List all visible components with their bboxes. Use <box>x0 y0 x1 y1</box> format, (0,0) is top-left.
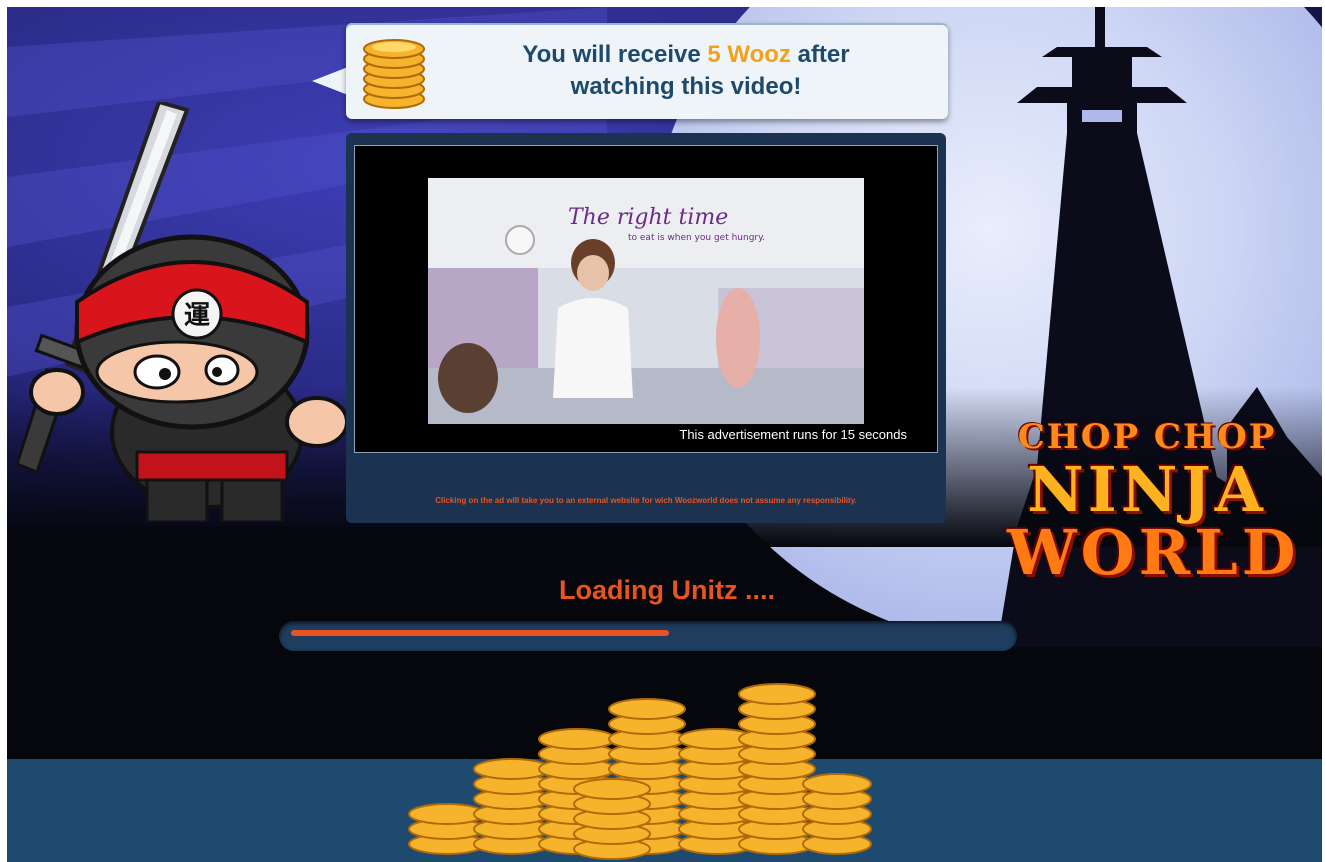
reward-message: You will receive 5 Wooz after watching t… <box>441 39 931 103</box>
ad-timer-text: This advertisement runs for 15 seconds <box>679 427 907 442</box>
logo-line-2: NINJA <box>1027 453 1267 526</box>
ad-disclaimer: Clicking on the ad will take you to an e… <box>435 496 857 505</box>
video-player[interactable]: The right time to eat is when you get hu… <box>354 145 938 453</box>
loading-progress-bar <box>279 621 1017 651</box>
ninja-mascot: 運 <box>17 102 349 522</box>
speech-bubble-tail <box>312 67 348 95</box>
reward-suffix: after <box>797 41 850 68</box>
ad-headline-2: to eat is when you get hungry. <box>628 233 765 243</box>
reward-banner: You will receive 5 Wooz after watching t… <box>346 23 948 119</box>
loading-progress-fill <box>291 630 670 636</box>
coin-pile <box>408 683 872 860</box>
game-stage: 運 You will receive 5 Wooz after watching… <box>7 7 1322 862</box>
ad-headline-1: The right time <box>568 205 728 230</box>
logo-line-3: WORLD <box>1007 516 1300 589</box>
headband-symbol: 運 <box>184 301 210 331</box>
coin-stack-icon <box>363 39 425 109</box>
logo-line-1: CHOP CHOP <box>1017 417 1277 457</box>
game-logo: CHOP CHOP NINJA WORLD <box>1007 417 1300 607</box>
reward-prefix: You will receive <box>522 41 701 68</box>
reward-amount: 5 Wooz <box>707 41 791 68</box>
loading-label: Loading Unitz .... <box>559 575 775 605</box>
reward-line-2: watching this video! <box>570 73 802 100</box>
video-panel: The right time to eat is when you get hu… <box>346 133 946 523</box>
advertisement-video[interactable]: The right time to eat is when you get hu… <box>428 178 864 424</box>
